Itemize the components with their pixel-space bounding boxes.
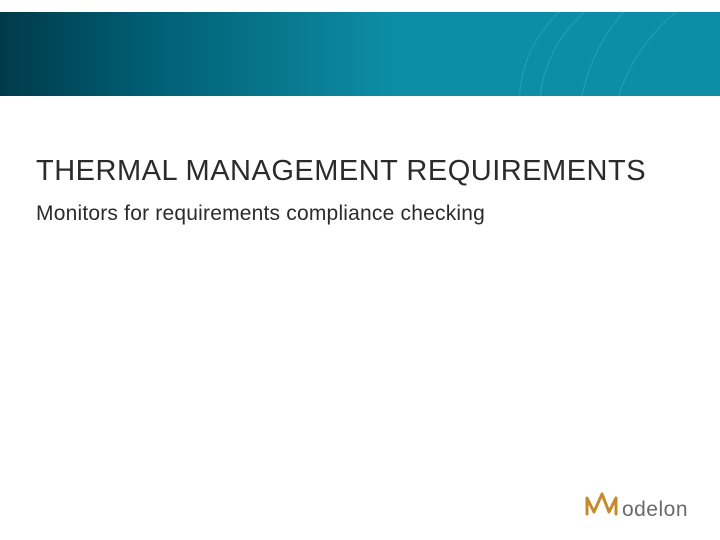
- slide: THERMAL MANAGEMENT REQUIREMENTS Monitors…: [0, 0, 720, 540]
- banner-arcs-decoration: [460, 12, 720, 96]
- header-banner: [0, 12, 720, 96]
- brand-logo: odelon: [585, 490, 688, 522]
- modelon-m-icon: [585, 490, 621, 516]
- brand-name: odelon: [622, 498, 688, 522]
- slide-title: THERMAL MANAGEMENT REQUIREMENTS: [36, 155, 646, 188]
- slide-subtitle: Monitors for requirements compliance che…: [36, 202, 485, 226]
